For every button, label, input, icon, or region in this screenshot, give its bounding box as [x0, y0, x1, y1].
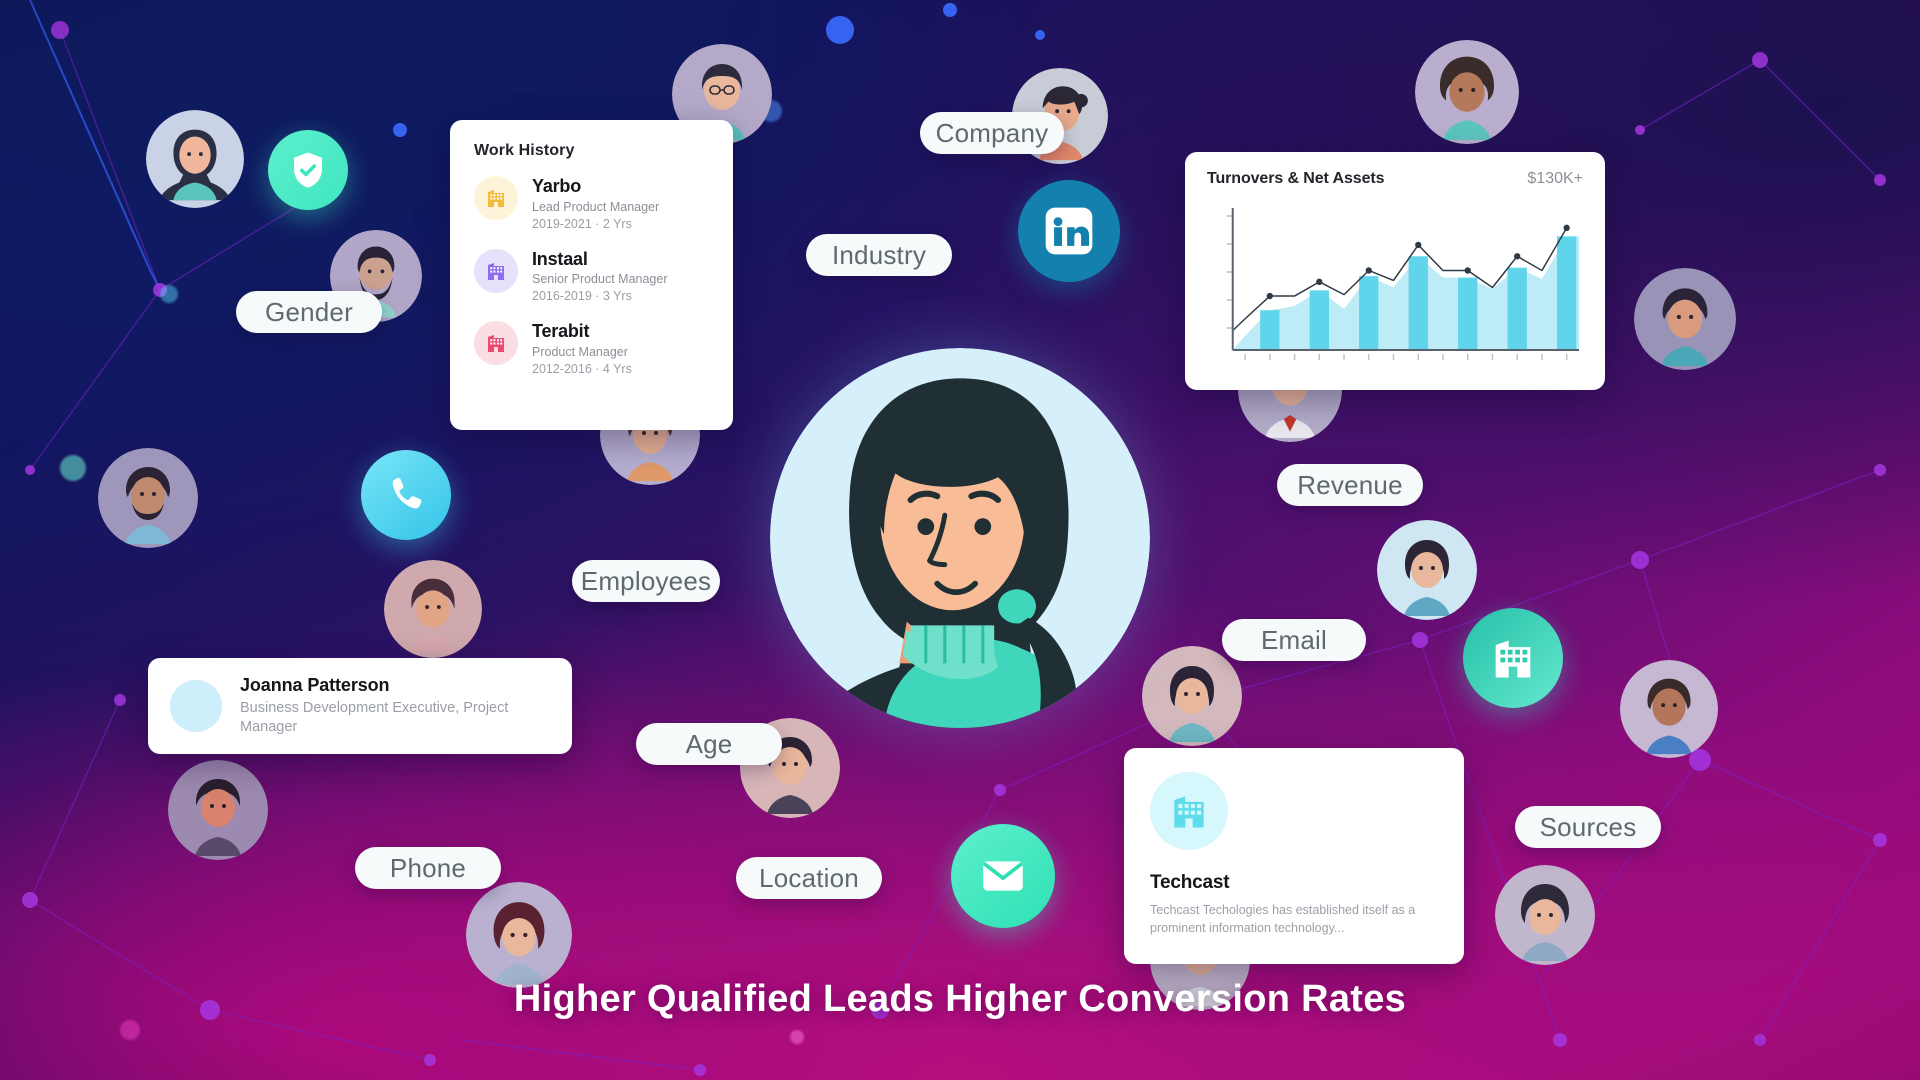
avatar: [1377, 520, 1477, 620]
glow-blob: [790, 1030, 804, 1044]
turnovers-chart-card: Turnovers & Net Assets $130K+: [1185, 152, 1605, 390]
page-headline: Higher Qualified Leads Higher Conversion…: [513, 978, 1407, 1020]
linkedin-icon[interactable]: [1018, 180, 1120, 282]
chart-header: Turnovers & Net Assets $130K+: [1207, 170, 1583, 188]
work-history-entry: Instaal Senior Product Manager 2016-2019 ·…: [474, 248, 709, 305]
work-history-entry: Terabit Product Manager 2012-2016 · 4 Yrs: [474, 321, 709, 377]
pill-company[interactable]: Company: [920, 112, 1064, 154]
pill-revenue[interactable]: Revenue: [1277, 464, 1423, 506]
pill-phone[interactable]: Phone: [355, 847, 501, 889]
avatar: [1142, 646, 1242, 746]
person-role: Business Development Executive, Project …: [240, 699, 509, 735]
company-card: Techcast Techcast Techologies has establ…: [1124, 748, 1464, 964]
work-history-company: Instaal: [532, 248, 588, 269]
building-icon: [474, 248, 518, 293]
work-history-period: 2019-2021 · 2 Yrs: [532, 216, 632, 231]
avatar: [384, 560, 482, 658]
avatar: [1634, 268, 1736, 370]
building-icon: [474, 321, 518, 366]
envelope-icon[interactable]: [951, 824, 1055, 928]
work-history-list: Yarbo Lead Product Manager 2019-2021 · 2 Y…: [474, 176, 709, 377]
work-history-entry-text: Terabit Product Manager 2012-2016 · 4 Yrs: [532, 321, 632, 377]
avatar: [1620, 660, 1718, 758]
avatar: [1415, 40, 1519, 144]
person-summary-card: Joanna Patterson Business Development Ex…: [148, 658, 572, 754]
avatar: [146, 110, 244, 208]
work-history-entry-text: Yarbo Lead Product Manager 2019-2021 · 2 Y…: [532, 176, 659, 232]
chart-title: Turnovers & Net Assets: [1207, 170, 1385, 187]
chart-value-label: $130K+: [1527, 170, 1583, 187]
person-summary-text: Joanna Patterson Business Development Ex…: [240, 675, 540, 737]
work-history-entry: Yarbo Lead Product Manager 2019-2021 · 2 Y…: [474, 176, 709, 232]
glow-blob: [160, 285, 178, 303]
work-history-role: Product Manager: [532, 345, 628, 360]
glow-blob: [60, 455, 86, 481]
work-history-period: 2012-2016 · 4 Yrs: [532, 362, 632, 377]
work-history-period: 2016-2019 · 3 Yrs: [532, 289, 632, 304]
work-history-entry-text: Instaal Senior Product Manager 2016-2019 ·…: [532, 249, 668, 305]
pill-location[interactable]: Location: [736, 857, 882, 899]
company-description: Techcast Techologies has established its…: [1150, 903, 1416, 936]
building-icon[interactable]: [1463, 608, 1563, 708]
pill-employees[interactable]: Employees: [572, 560, 720, 602]
pill-sources[interactable]: Sources: [1515, 806, 1661, 848]
pill-gender[interactable]: Gender: [236, 291, 382, 333]
pill-industry[interactable]: Industry: [806, 234, 952, 276]
glow-blob: [120, 1020, 140, 1040]
person-name: Joanna Patterson: [240, 674, 390, 695]
avatar: [466, 882, 572, 988]
avatar: [98, 448, 198, 548]
work-history-role: Lead Product Manager: [532, 199, 660, 214]
work-history-company: Terabit: [532, 321, 590, 342]
pill-email[interactable]: Email: [1222, 619, 1366, 661]
avatar: [170, 680, 222, 732]
building-icon: [1150, 772, 1228, 850]
primary-avatar: [770, 348, 1150, 728]
pill-age[interactable]: Age: [636, 723, 782, 765]
work-history-company: Yarbo: [532, 176, 582, 196]
avatar: [1495, 865, 1595, 965]
illustration-canvas: Gender Company Industry Revenue Employees Ema…: [0, 0, 1920, 1080]
avatar: [168, 760, 268, 860]
chart-plot: [1226, 208, 1580, 360]
company-name: Techcast: [1150, 872, 1230, 893]
work-history-card: Work History Yarbo Lead Product Manager 20…: [450, 120, 733, 430]
building-icon: [474, 176, 518, 220]
shield-check-icon[interactable]: [268, 130, 348, 210]
work-history-title: Work History: [474, 142, 575, 159]
phone-icon[interactable]: [361, 450, 451, 540]
work-history-role: Senior Product Manager: [532, 272, 668, 287]
